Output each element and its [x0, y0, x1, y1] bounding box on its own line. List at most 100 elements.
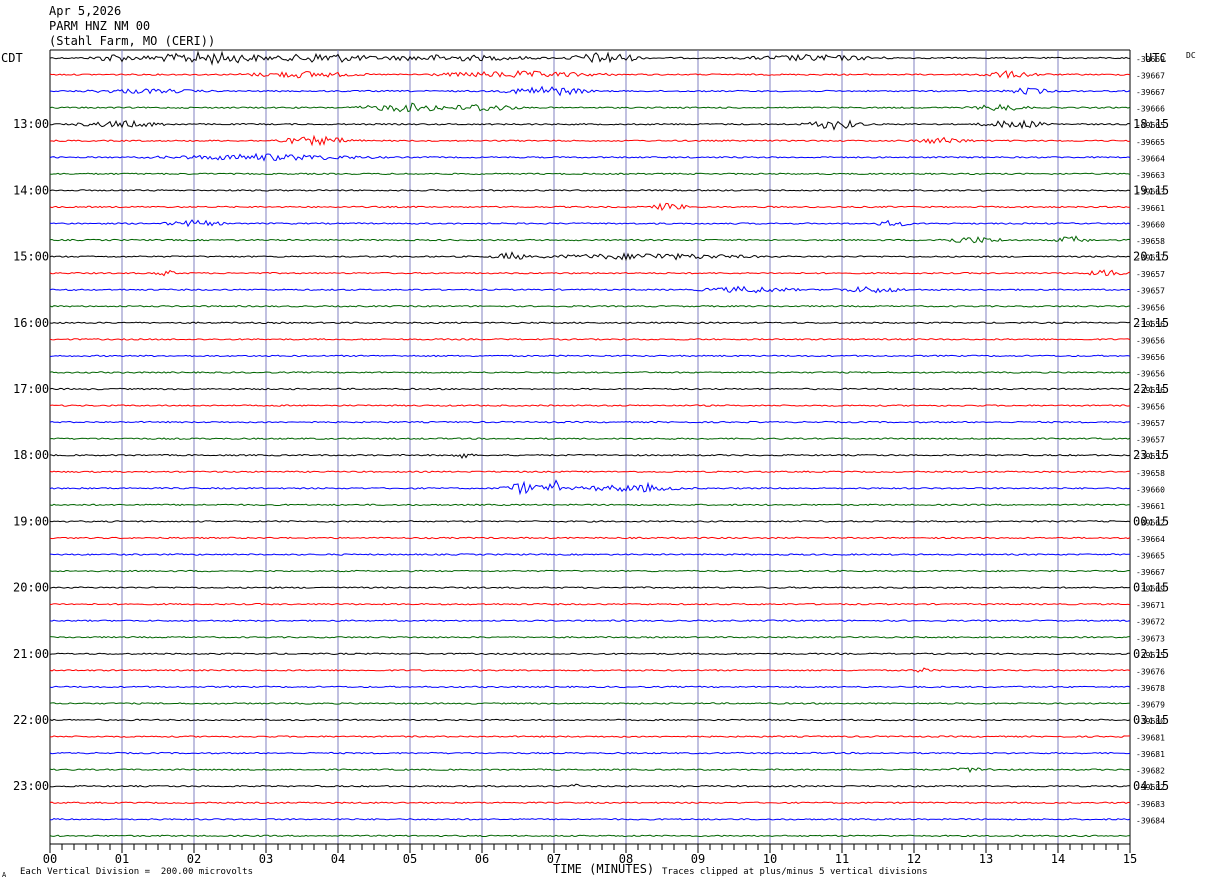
dc-offset-label: -39660 — [1136, 485, 1165, 494]
dc-offset-label: -39663 — [1136, 171, 1165, 180]
x-tick-label: 12 — [907, 852, 921, 866]
seismic-trace — [49, 134, 1131, 147]
dc-offset-label: -39661 — [1136, 502, 1165, 511]
dc-offset-label: -39667 — [1136, 72, 1165, 81]
helicorder-plot: -39669-39667-39667-39666-39665-39665-396… — [1, 49, 1196, 866]
dc-offset-label: -39656 — [1136, 403, 1165, 412]
seismic-trace — [49, 470, 1131, 473]
seismic-trace — [49, 305, 1131, 308]
dc-offset-label: -39665 — [1136, 138, 1165, 147]
dc-offset-label: -39667 — [1136, 568, 1165, 577]
dc-offset-label: -39664 — [1136, 535, 1165, 544]
dc-offset-label: -39656 — [1136, 369, 1165, 378]
seismic-trace — [49, 735, 1131, 738]
seismic-trace — [49, 619, 1131, 622]
dc-offset-label: -39673 — [1136, 634, 1165, 643]
seismic-trace — [49, 751, 1131, 755]
x-tick-label: 14 — [1051, 852, 1065, 866]
seismic-trace — [49, 479, 1131, 496]
seismic-trace — [49, 420, 1131, 424]
cdt-hour-label: 20:00 — [13, 581, 49, 595]
left-timezone-label: CDT — [1, 51, 23, 65]
dc-offset-label: -39672 — [1136, 618, 1165, 627]
dc-offset-label: -39661 — [1136, 204, 1165, 213]
seismic-trace — [49, 652, 1130, 656]
utc-hour-label: 01:15 — [1133, 581, 1169, 595]
x-tick-label: 15 — [1123, 852, 1137, 866]
cdt-hour-label: 19:00 — [13, 514, 49, 528]
seismic-trace — [49, 219, 1131, 228]
seismic-trace — [49, 70, 1131, 80]
seismic-trace — [49, 189, 1131, 192]
dc-offset-label: -39656 — [1136, 303, 1165, 312]
seismic-trace — [49, 452, 1131, 460]
seismic-trace — [49, 172, 1131, 176]
seismic-trace — [49, 801, 1131, 804]
dc-offset-label: -39657 — [1136, 419, 1165, 428]
x-tick-label: 02 — [187, 852, 201, 866]
x-tick-label: 05 — [403, 852, 417, 866]
seismic-trace — [49, 767, 1131, 773]
utc-hour-label: 02:15 — [1133, 647, 1169, 661]
seismic-trace — [49, 85, 1131, 97]
dc-offset-label: -39666 — [1136, 105, 1165, 114]
utc-hour-label: 20:15 — [1133, 250, 1169, 264]
cdt-hour-label: 22:00 — [13, 713, 49, 727]
cdt-hour-label: 23:00 — [13, 779, 49, 793]
vertical-division-note: Each Vertical Division = 200.00 microvol… — [20, 867, 253, 877]
cdt-hour-label: 21:00 — [13, 647, 49, 661]
seismic-trace — [49, 371, 1131, 374]
seismic-trace — [49, 536, 1131, 540]
utc-hour-label: 22:15 — [1133, 382, 1169, 396]
dc-offset-label: -39679 — [1136, 700, 1165, 709]
x-axis-label: TIME (MINUTES) — [553, 862, 655, 876]
cdt-hour-label: 16:00 — [13, 316, 49, 330]
dc-offset-label: -39660 — [1136, 221, 1165, 230]
x-tick-label: 11 — [835, 852, 849, 866]
seismic-trace — [49, 269, 1131, 277]
seismic-trace — [49, 602, 1131, 606]
seismic-trace — [49, 202, 1130, 212]
seismic-trace — [49, 102, 1131, 113]
x-tick-label: 10 — [763, 852, 777, 866]
dc-offset-label: -39656 — [1136, 336, 1165, 345]
seismic-trace — [49, 569, 1131, 573]
seismic-trace — [49, 520, 1131, 523]
dc-offset-label: -39671 — [1136, 601, 1165, 610]
dc-offset-label: -39683 — [1136, 800, 1165, 809]
cdt-hour-label: 18:00 — [13, 448, 49, 462]
cdt-hour-label: 14:00 — [13, 183, 49, 197]
x-tick-label: 09 — [691, 852, 705, 866]
seismic-trace — [49, 50, 1131, 66]
seismic-trace — [49, 235, 1131, 244]
seismic-trace — [49, 586, 1131, 589]
utc-hour-label: 23:15 — [1133, 448, 1169, 462]
x-tick-label: 13 — [979, 852, 993, 866]
seismic-trace — [49, 338, 1131, 341]
seismic-trace — [49, 718, 1131, 722]
seismic-trace — [49, 437, 1131, 440]
seismic-trace — [49, 685, 1131, 689]
dc-offset-label: -39658 — [1136, 469, 1165, 478]
dc-offset-label: -39656 — [1136, 353, 1165, 362]
dc-offset-label: -39684 — [1136, 816, 1165, 825]
dc-offset-label: -39657 — [1136, 287, 1165, 296]
right-timezone-label: UTC — [1145, 51, 1167, 65]
seismic-trace — [49, 503, 1130, 507]
seismic-trace — [49, 251, 1131, 262]
dc-offset-label: -39676 — [1136, 667, 1165, 676]
seismic-trace — [49, 636, 1131, 639]
footer-mark: A — [2, 871, 7, 879]
dc-offset-label: -39658 — [1136, 237, 1165, 246]
x-tick-label: 04 — [331, 852, 345, 866]
cdt-hour-label: 15:00 — [13, 250, 49, 264]
dc-offset-label: -39657 — [1136, 270, 1165, 279]
dc-header-label: DC — [1186, 51, 1196, 60]
utc-hour-label: 19:15 — [1133, 183, 1169, 197]
seismic-trace — [49, 702, 1130, 705]
utc-hour-label: 18:15 — [1133, 117, 1169, 131]
clipping-note: Traces clipped at plus/minus 5 vertical … — [662, 867, 928, 877]
dc-offset-label: -39678 — [1136, 684, 1165, 693]
dc-offset-label: -39665 — [1136, 552, 1165, 561]
seismic-trace — [49, 404, 1131, 407]
